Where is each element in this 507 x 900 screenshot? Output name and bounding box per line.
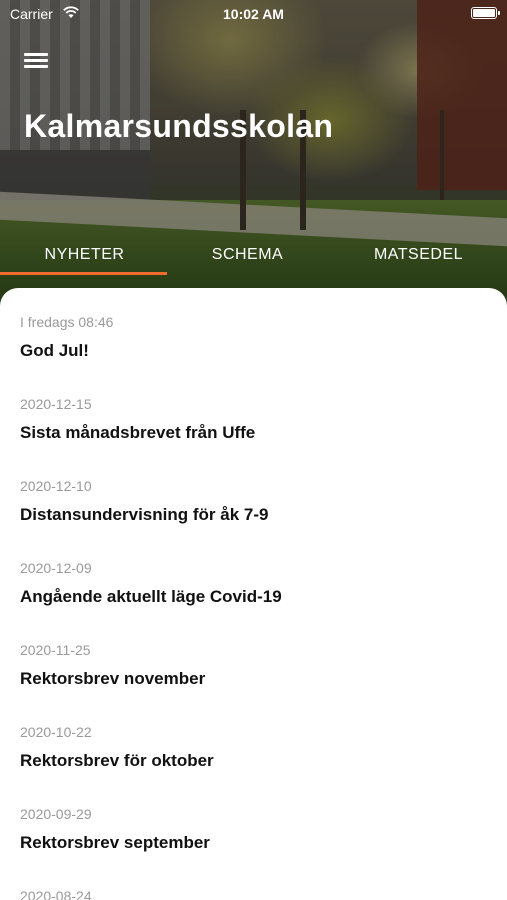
news-item[interactable]: 2020-10-22 Rektorsbrev för oktober: [20, 722, 490, 772]
news-date: 2020-11-25: [20, 642, 91, 658]
news-title: Distansundervisning för åk 7-9: [20, 505, 269, 524]
news-item[interactable]: 2020-12-09 Angående aktuellt läge Covid-…: [20, 558, 490, 608]
news-date: 2020-08-24: [20, 888, 92, 900]
news-date: 2020-10-22: [20, 724, 92, 740]
news-title: Angående aktuellt läge Covid-19: [20, 587, 282, 606]
news-item[interactable]: 2020-08-24: [20, 886, 490, 900]
news-item[interactable]: 2020-11-25 Rektorsbrev november: [20, 640, 490, 690]
news-title: God Jul!: [20, 341, 89, 360]
tab-news[interactable]: NYHETER: [0, 238, 169, 274]
news-title: Rektorsbrev för oktober: [20, 751, 214, 770]
news-date: I fredags 08:46: [20, 314, 114, 330]
tab-schedule[interactable]: SCHEMA: [163, 238, 332, 274]
hamburger-menu-icon[interactable]: [24, 50, 48, 70]
news-title: Sista månadsbrevet från Uffe: [20, 423, 256, 442]
news-item[interactable]: 2020-12-15 Sista månadsbrevet från Uffe: [20, 394, 490, 444]
status-time: 10:02 AM: [223, 6, 284, 22]
tab-bar: NYHETER SCHEMA MATSEDEL: [0, 238, 507, 274]
news-date: 2020-12-10: [20, 478, 92, 494]
active-tab-indicator: [0, 272, 167, 275]
news-list: I fredags 08:46 God Jul! 2020-12-15 Sist…: [0, 288, 507, 900]
page-title: Kalmarsundsskolan: [24, 108, 334, 144]
tab-lunch-menu[interactable]: MATSEDEL: [334, 238, 503, 274]
news-title: Rektorsbrev september: [20, 833, 210, 852]
news-item[interactable]: 2020-09-29 Rektorsbrev september: [20, 804, 490, 854]
news-title: Rektorsbrev november: [20, 669, 206, 688]
battery-icon: [471, 7, 500, 19]
news-date: 2020-09-29: [20, 806, 92, 822]
news-item[interactable]: 2020-12-10 Distansundervisning för åk 7-…: [20, 476, 490, 526]
news-date: 2020-12-09: [20, 560, 92, 576]
status-bar: Carrier 10:02 AM: [0, 0, 507, 28]
news-item[interactable]: I fredags 08:46 God Jul!: [20, 312, 490, 362]
news-date: 2020-12-15: [20, 396, 92, 412]
